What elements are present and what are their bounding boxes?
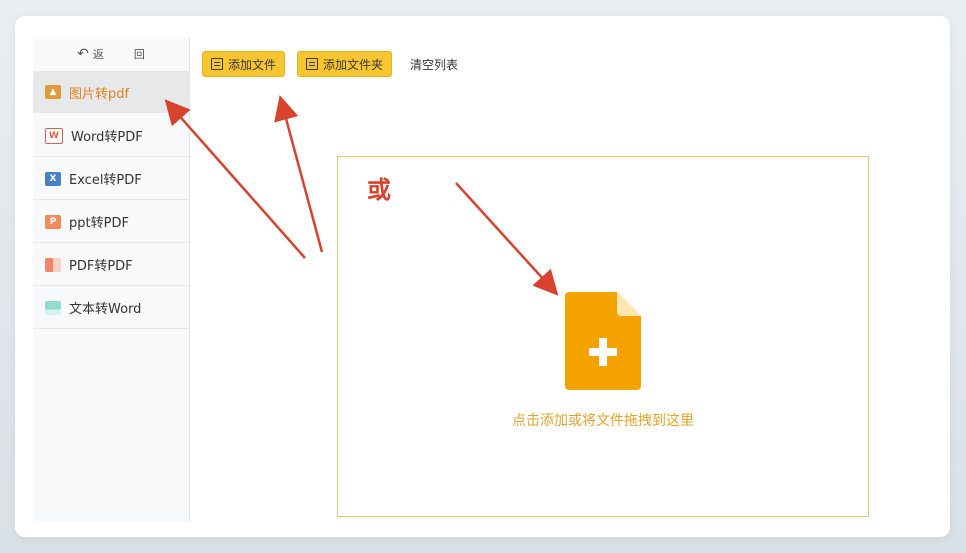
file-icon [211,58,223,70]
sidebar-header: ↶ 返 回 [33,37,189,71]
home-label[interactable]: 回 [134,46,145,62]
sidebar-item-excel-to-pdf[interactable]: X Excel转PDF [33,158,189,200]
clear-list-button[interactable]: 清空列表 [404,56,464,73]
back-label: 返 [92,48,104,61]
add-file-icon[interactable] [565,292,641,390]
add-folder-label: 添加文件夹 [323,57,384,72]
sidebar-item-label: PDF转PDF [69,259,133,274]
add-file-button[interactable]: 添加文件 [202,51,286,77]
sidebar-item-label: 图片转pdf [69,86,130,102]
sidebar-item-label: ppt转PDF [69,216,129,231]
add-file-label: 添加文件 [228,57,277,72]
sidebar-item-label: 文本转Word [69,302,142,317]
pdf-icon [45,257,61,272]
excel-icon: X [45,171,61,186]
ppt-icon: P [45,214,61,229]
sidebar-item-word-to-pdf[interactable]: W Word转PDF [33,115,189,157]
toolbar: 添加文件 添加文件夹 清空列表 [202,51,464,77]
back-button[interactable]: ↶ 返 [77,46,104,62]
back-arrow-icon: ↶ [77,46,89,62]
text-icon [45,300,61,315]
add-folder-button[interactable]: 添加文件夹 [297,51,393,77]
sidebar-item-image-to-pdf[interactable]: ▲ 图片转pdf [33,71,189,113]
sidebar-item-label: Excel转PDF [69,173,142,188]
sidebar-item-text-to-word[interactable]: 文本转Word [33,287,189,329]
sidebar-item-label: Word转PDF [71,130,143,145]
sidebar-item-ppt-to-pdf[interactable]: P ppt转PDF [33,201,189,243]
word-icon: W [45,127,63,144]
drop-hint: 点击添加或将文件拖拽到这里 [512,413,694,429]
or-annotation: 或 [367,176,391,204]
folder-icon [306,58,319,70]
sidebar-item-pdf-to-pdf[interactable]: PDF转PDF [33,244,189,286]
sidebar: ↶ 返 回 ▲ 图片转pdf W Word转PDF X Excel转PDF P … [33,37,190,522]
image-icon: ▲ [45,85,61,99]
